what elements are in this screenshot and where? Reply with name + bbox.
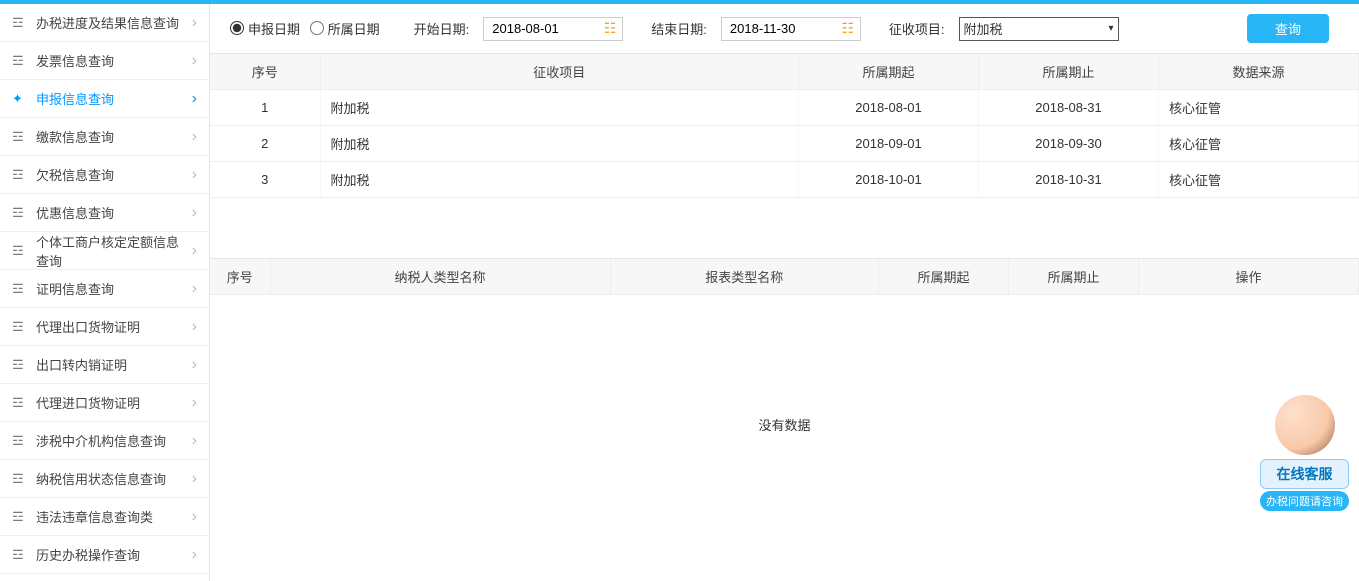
- chevron-right-icon: ›: [192, 318, 197, 336]
- collection-label: 征收项目:: [889, 19, 945, 38]
- table-row[interactable]: 2附加税2018-09-012018-09-30核心征管: [210, 126, 1359, 162]
- chevron-right-icon: ›: [192, 394, 197, 412]
- results-table: 序号 征收项目 所属期起 所属期止 数据来源 1附加税2018-08-01201…: [210, 54, 1359, 198]
- cs-title: 在线客服: [1260, 459, 1349, 489]
- cert-icon: ☲: [12, 281, 28, 297]
- avatar: [1275, 395, 1335, 455]
- col2-taxpayer: 纳税人类型名称: [270, 259, 610, 295]
- col-item: 征收项目: [320, 54, 799, 90]
- col-source: 数据来源: [1159, 54, 1359, 90]
- chevron-right-icon: ›: [192, 242, 197, 260]
- chevron-right-icon: ›: [192, 90, 197, 108]
- end-date-input[interactable]: ☷: [721, 17, 861, 41]
- col2-index: 序号: [210, 259, 270, 295]
- cs-subtitle: 办税问题请咨询: [1260, 491, 1349, 511]
- calendar-icon: ☷: [604, 20, 619, 37]
- sidebar-item-domestic[interactable]: ☲出口转内销证明›: [0, 346, 209, 384]
- start-date-input[interactable]: ☷: [483, 17, 623, 41]
- file-icon: ✦: [12, 91, 28, 107]
- table-row[interactable]: 3附加税2018-10-012018-10-31核心征管: [210, 162, 1359, 198]
- sidebar-item-import-agent[interactable]: ☲代理进口货物证明›: [0, 384, 209, 422]
- chevron-right-icon: ›: [192, 14, 197, 32]
- export-icon: ☲: [12, 319, 28, 335]
- detail-table: 序号 纳税人类型名称 报表类型名称 所属期起 所属期止 操作: [210, 259, 1359, 295]
- chevron-right-icon: ›: [192, 546, 197, 564]
- sidebar-item-arrears[interactable]: ☲欠税信息查询›: [0, 156, 209, 194]
- col-period-start: 所属期起: [799, 54, 979, 90]
- radio-declare-date[interactable]: 申报日期: [230, 19, 300, 38]
- chevron-right-icon: ›: [192, 128, 197, 146]
- table-row[interactable]: 1附加税2018-08-012018-08-31核心征管: [210, 90, 1359, 126]
- sidebar-item-intermediary[interactable]: ☲涉税中介机构信息查询›: [0, 422, 209, 460]
- customer-service-widget[interactable]: 在线客服 办税问题请咨询: [1260, 395, 1349, 511]
- import-icon: ☲: [12, 395, 28, 411]
- chevron-right-icon: ›: [192, 508, 197, 526]
- radio-period-date[interactable]: 所属日期: [310, 19, 380, 38]
- chevron-right-icon: ›: [192, 204, 197, 222]
- sidebar-item-export-agent[interactable]: ☲代理出口货物证明›: [0, 308, 209, 346]
- filter-bar: 申报日期 所属日期 开始日期: ☷ 结束日期: ☷ 征收项目: 附加税▾ 查询: [210, 4, 1359, 54]
- chevron-right-icon: ›: [192, 280, 197, 298]
- chevron-right-icon: ›: [192, 432, 197, 450]
- sidebar-item-cert[interactable]: ☲证明信息查询›: [0, 270, 209, 308]
- warning-icon: ☲: [12, 167, 28, 183]
- sidebar-item-credit[interactable]: ☲纳税信用状态信息查询›: [0, 460, 209, 498]
- col2-action: 操作: [1139, 259, 1359, 295]
- chevron-right-icon: ›: [192, 166, 197, 184]
- col-period-end: 所属期止: [979, 54, 1159, 90]
- sidebar-item-history[interactable]: ☲历史办税操作查询›: [0, 536, 209, 574]
- col2-start: 所属期起: [879, 259, 1009, 295]
- org-icon: ☲: [12, 433, 28, 449]
- sidebar-item-payment[interactable]: ☲缴款信息查询›: [0, 118, 209, 156]
- col2-report: 报表类型名称: [610, 259, 879, 295]
- sidebar-item-benefit[interactable]: ☲优惠信息查询›: [0, 194, 209, 232]
- end-date-label: 结束日期:: [651, 19, 707, 38]
- sidebar-item-declare[interactable]: ✦申报信息查询›: [0, 80, 209, 118]
- col-index: 序号: [210, 54, 320, 90]
- chevron-right-icon: ›: [192, 52, 197, 70]
- start-date-label: 开始日期:: [414, 19, 470, 38]
- calendar-icon: ☷: [841, 20, 856, 37]
- domestic-icon: ☲: [12, 357, 28, 373]
- tag-icon: ☲: [12, 205, 28, 221]
- search-doc-icon: ☲: [12, 53, 28, 69]
- sidebar-item-individual[interactable]: ☲个体工商户核定定额信息查询›: [0, 232, 209, 270]
- sidebar-item-violation[interactable]: ☲违法违章信息查询类›: [0, 498, 209, 536]
- sidebar-item-invoice[interactable]: ☲发票信息查询›: [0, 42, 209, 80]
- sidebar: ☲办税进度及结果信息查询› ☲发票信息查询› ✦申报信息查询› ☲缴款信息查询›…: [0, 4, 210, 581]
- credit-icon: ☲: [12, 471, 28, 487]
- chevron-right-icon: ›: [192, 470, 197, 488]
- sidebar-item-progress[interactable]: ☲办税进度及结果信息查询›: [0, 4, 209, 42]
- history-icon: ☲: [12, 547, 28, 563]
- col2-end: 所属期止: [1009, 259, 1139, 295]
- empty-state: 没有数据: [210, 295, 1359, 554]
- building-icon: ☲: [12, 243, 28, 259]
- money-icon: ☲: [12, 129, 28, 145]
- chevron-down-icon: ▾: [1109, 23, 1114, 34]
- collection-select[interactable]: 附加税▾: [959, 17, 1119, 41]
- doc-icon: ☲: [12, 15, 28, 31]
- search-button[interactable]: 查询: [1247, 14, 1329, 43]
- chevron-right-icon: ›: [192, 356, 197, 374]
- violation-icon: ☲: [12, 509, 28, 525]
